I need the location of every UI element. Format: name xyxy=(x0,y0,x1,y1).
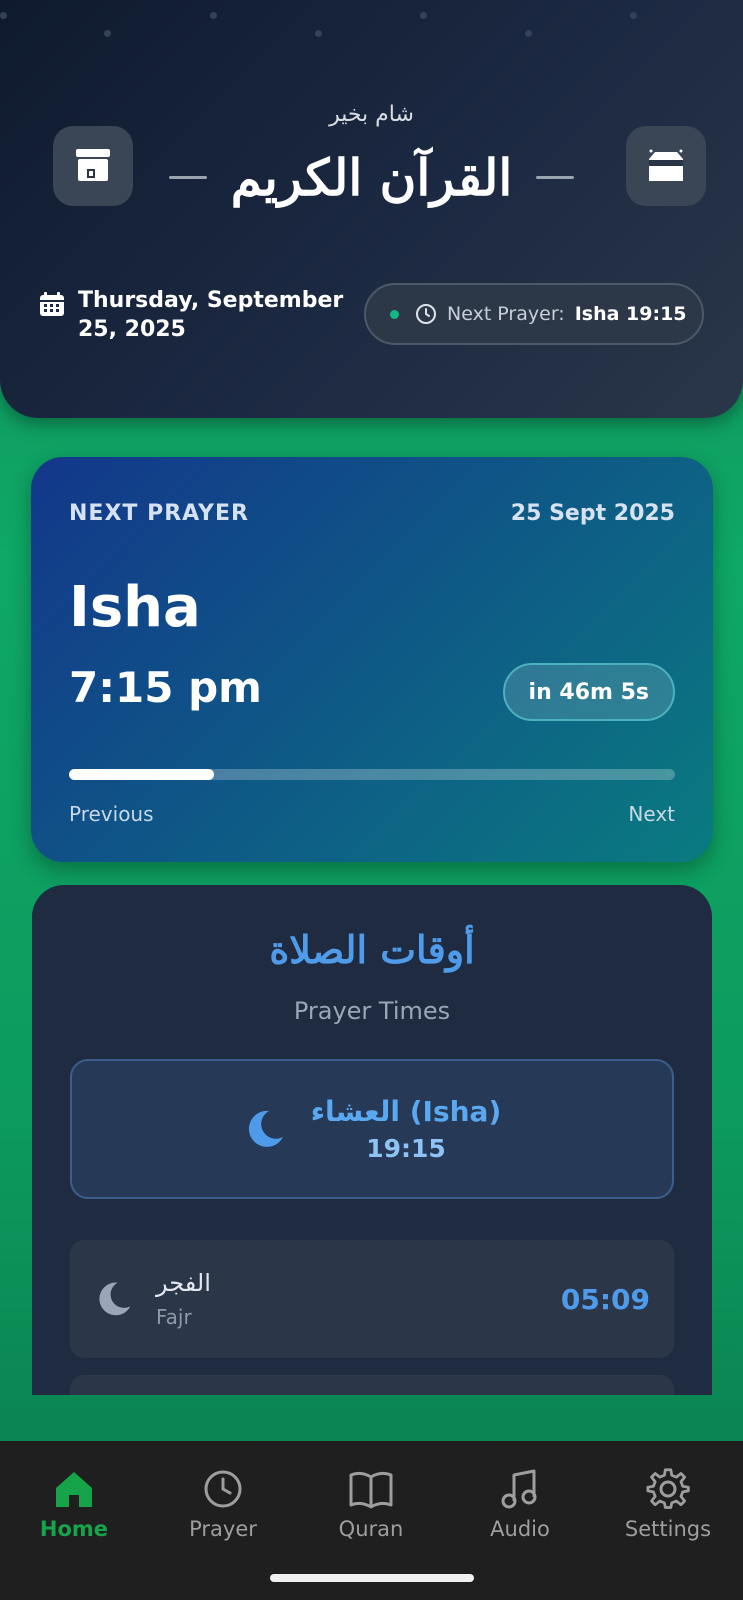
next-prayer-name: Isha xyxy=(69,575,201,640)
countdown-badge: in 46m 5s xyxy=(502,663,675,721)
prayer-name-ar: الفجر xyxy=(156,1269,211,1297)
next-prayer-heading: NEXT PRAYER xyxy=(69,501,249,526)
nav-label: Prayer xyxy=(189,1517,257,1541)
prayer-progress-fill xyxy=(69,769,215,780)
decor-dot xyxy=(315,30,322,37)
nav-audio[interactable]: Audio xyxy=(465,1467,575,1541)
book-icon xyxy=(349,1471,393,1509)
nav-label: Settings xyxy=(624,1517,712,1541)
next-label: Next xyxy=(628,802,675,826)
next-prayer-label: Next Prayer: xyxy=(447,303,565,325)
prayer-times-card: أوقات الصلاة Prayer Times العشاء (Isha) … xyxy=(32,885,712,1395)
gear-icon xyxy=(646,1468,690,1509)
greeting-text: شام بخير xyxy=(329,102,414,127)
current-prayer-highlight[interactable]: العشاء (Isha) 19:15 xyxy=(70,1059,674,1199)
home-indicator[interactable] xyxy=(270,1574,474,1582)
current-prayer-name: العشاء (Isha) xyxy=(310,1095,502,1128)
previous-label: Previous xyxy=(69,802,154,826)
next-prayer-pill[interactable]: Next Prayer: Isha 19:15 xyxy=(364,283,704,345)
next-prayer-date: 25 Sept 2025 xyxy=(510,501,675,526)
clock-icon xyxy=(204,1470,242,1508)
current-prayer-time: 19:15 xyxy=(366,1134,446,1163)
music-note-icon xyxy=(501,1469,537,1509)
date-display: Thursday, September 25, 2025 xyxy=(38,286,363,344)
kaaba-icon xyxy=(649,149,683,181)
date-text: Thursday, September 25, 2025 xyxy=(78,288,344,342)
prayer-progress-bar xyxy=(69,769,675,780)
title-divider xyxy=(168,176,207,179)
decor-dot xyxy=(210,12,217,19)
nav-quran[interactable]: Quran xyxy=(316,1467,426,1541)
app-header: شام بخير القرآن الكريم Thursday, Septemb… xyxy=(0,0,743,418)
decor-dot xyxy=(630,12,637,19)
prayer-times-title-ar: أوقات الصلاة xyxy=(269,927,475,972)
status-dot xyxy=(390,309,399,319)
prayer-row-fajr[interactable]: الفجر Fajr 05:09 xyxy=(70,1240,674,1358)
nav-label: Audio xyxy=(490,1517,550,1541)
clock-icon xyxy=(416,304,436,324)
title-divider xyxy=(536,176,575,179)
next-prayer-card[interactable]: NEXT PRAYER 25 Sept 2025 Isha 7:15 pm in… xyxy=(31,457,713,862)
decor-dot xyxy=(0,12,7,19)
prayer-time: 05:09 xyxy=(560,1282,650,1316)
prayer-row-next[interactable] xyxy=(70,1375,674,1395)
moon-icon xyxy=(248,1110,283,1147)
kaaba-button[interactable] xyxy=(626,126,706,206)
decor-dot xyxy=(420,12,427,19)
decor-dot xyxy=(525,30,532,37)
app-title: القرآن الكريم xyxy=(230,148,513,207)
prayer-name-en: Fajr xyxy=(156,1305,192,1329)
decor-dot xyxy=(104,30,111,37)
calendar-icon xyxy=(40,292,64,316)
home-icon xyxy=(56,1472,92,1507)
prayer-times-subtitle: Prayer Times xyxy=(293,997,451,1025)
next-prayer-time: 7:15 pm xyxy=(69,663,262,712)
nav-prayer[interactable]: Prayer xyxy=(168,1467,278,1541)
nav-label: Home xyxy=(39,1517,109,1541)
nav-settings[interactable]: Settings xyxy=(613,1467,723,1541)
nav-label: Quran xyxy=(338,1517,404,1541)
moon-icon xyxy=(99,1282,131,1316)
nav-home[interactable]: Home xyxy=(19,1467,129,1541)
next-prayer-value: Isha 19:15 xyxy=(574,303,687,325)
